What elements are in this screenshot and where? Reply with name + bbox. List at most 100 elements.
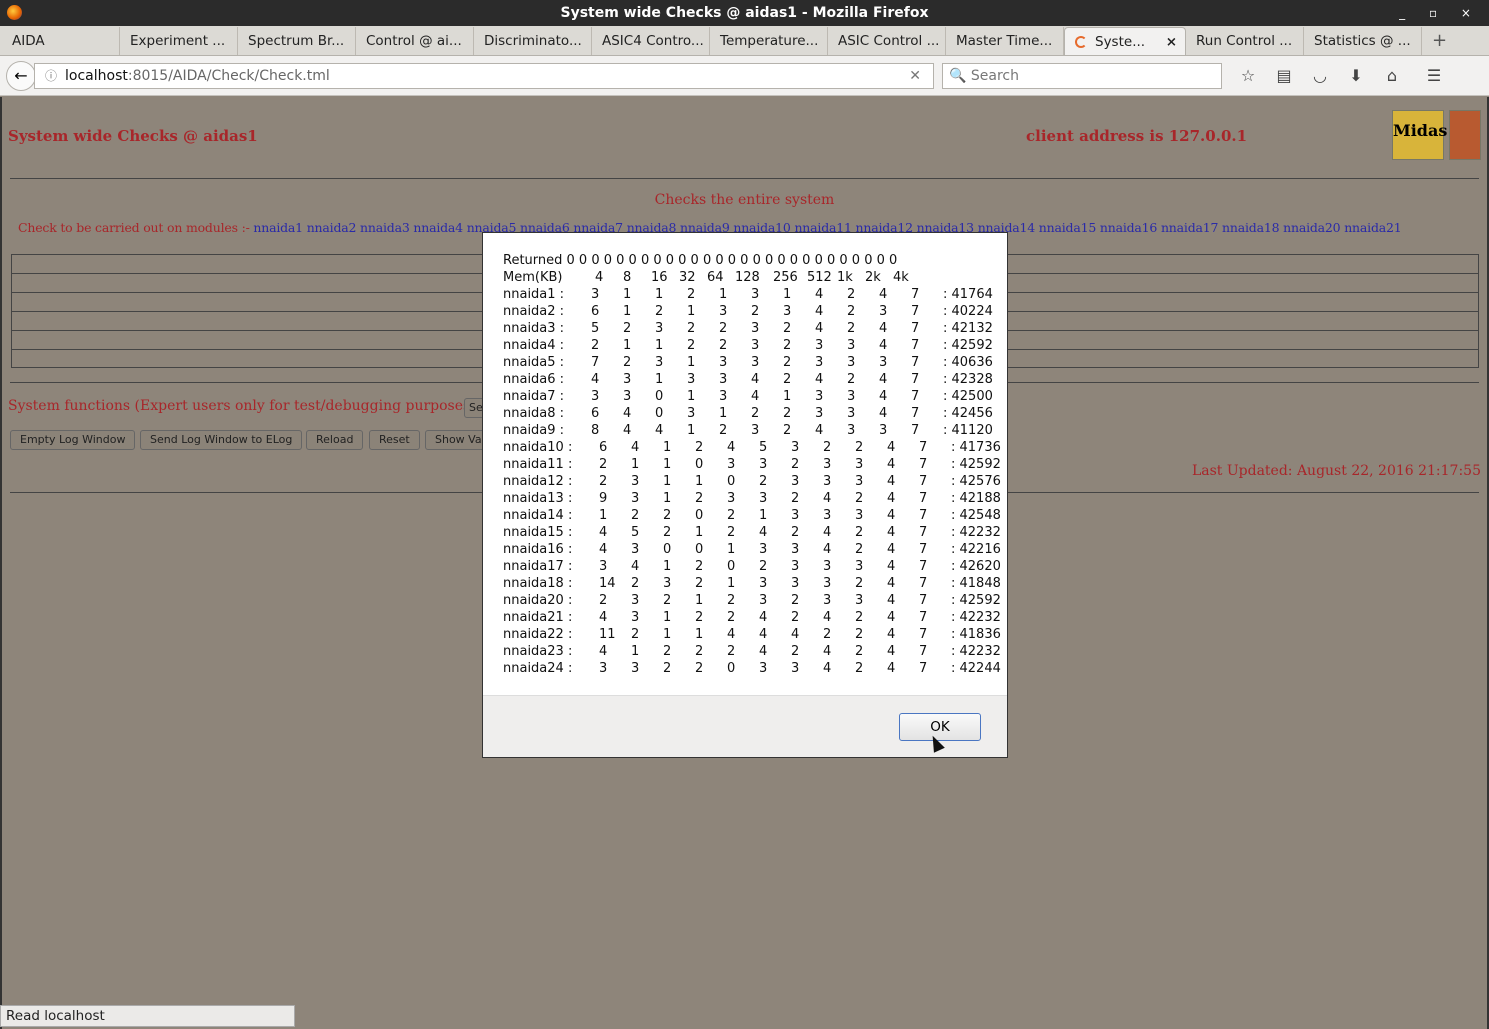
mem-count: 3 [791,508,800,523]
mem-count: 1 [655,372,664,387]
mem-count: 2 [855,440,864,455]
new-tab-button[interactable]: + [1422,27,1458,55]
mem-count: 2 [663,661,672,676]
mem-count: 4 [791,627,800,642]
mem-count: 4 [823,491,832,506]
module-name: nnaida10 : [503,440,573,455]
mem-count: 1 [695,474,704,489]
close-tab-icon[interactable]: × [1166,28,1177,55]
mem-count: 3 [631,593,640,608]
mem-count: 8 [591,423,600,438]
module-row: nnaida2 : 6 1 2 1 3 2 3 4 2 3 7: 40224 [503,303,1007,320]
tab-3[interactable]: Control @ ai... [356,27,474,55]
mem-count: 2 [719,321,728,336]
tab-10[interactable]: Run Control ... [1186,27,1304,55]
module-row: nnaida6 : 4 3 1 3 3 4 2 4 2 4 7: 42328 [503,371,1007,388]
mem-count: 1 [631,644,640,659]
download-icon[interactable]: ⬇ [1338,66,1374,85]
mem-count: 3 [823,474,832,489]
tab-0[interactable]: AIDA [2,27,120,55]
module-name: nnaida6 : [503,372,565,387]
mem-count: 2 [783,338,792,353]
mem-count: 7 [919,542,928,557]
pocket-icon[interactable]: ◡ [1302,66,1338,85]
reload-button[interactable]: Reload [306,430,364,450]
mem-count: 3 [855,474,864,489]
tab-label: Control @ ai... [366,33,462,49]
mem-count: 3 [879,423,888,438]
tab-9[interactable]: Syste... × [1064,27,1186,55]
mem-count: 4 [823,644,832,659]
send-log-to-elog-button[interactable]: Send Log Window to ELog [140,430,303,450]
mem-count: 3 [623,389,632,404]
mem-count: 4 [815,423,824,438]
empty-log-window-button[interactable]: Empty Log Window [10,430,136,450]
url-bar[interactable]: ⓘ localhost:8015/AIDA/Check/Check.tml ✕ [34,62,934,89]
mem-count: 3 [815,338,824,353]
reset-button[interactable]: Reset [369,430,420,450]
mem-count: 3 [631,491,640,506]
tab-label: Discriminato... [484,33,582,49]
mem-col: 16 [651,270,668,285]
tab-2[interactable]: Spectrum Br... [238,27,356,55]
module-total: : 42456 [943,406,993,421]
tab-8[interactable]: Master Time... [946,27,1064,55]
module-row: nnaida9 : 8 4 4 1 2 3 2 4 3 3 7: 41120 [503,422,1007,439]
module-total: : 41836 [951,627,1001,642]
tab-11[interactable]: Statistics @ ... [1304,27,1422,55]
tab-7[interactable]: ASIC Control ... [828,27,946,55]
back-button[interactable]: ← [6,60,36,91]
mem-count: 7 [911,355,920,370]
window-controls[interactable]: _ ▫ × [1399,0,1481,26]
module-total: : 42232 [951,644,1001,659]
mem-count: 5 [759,440,768,455]
mem-count: 3 [631,542,640,557]
tab-label: Spectrum Br... [248,33,345,49]
mem-count: 3 [759,491,768,506]
search-input[interactable]: 🔍 Search [942,62,1222,89]
mem-count: 1 [663,440,672,455]
tab-label: ASIC Control ... [838,33,940,49]
module-name: nnaida13 : [503,491,573,506]
tab-5[interactable]: ASIC4 Contro... [592,27,710,55]
menu-icon[interactable]: ☰ [1416,66,1452,85]
mem-count: 0 [655,406,664,421]
mem-count: 7 [919,627,928,642]
mem-col: 32 [679,270,696,285]
module-total: : 42576 [951,474,1001,489]
reading-list-icon[interactable]: ▤ [1266,66,1302,85]
tab-6[interactable]: Temperature... [710,27,828,55]
mem-count: 1 [695,525,704,540]
mem-count: 4 [887,474,896,489]
mem-count: 2 [623,321,632,336]
mem-count: 3 [815,406,824,421]
mem-count: 4 [759,525,768,540]
home-icon[interactable]: ⌂ [1374,66,1410,85]
last-updated: Last Updated: August 22, 2016 21:17:55 [1191,463,1481,479]
clear-url-icon[interactable]: ✕ [909,68,921,84]
mem-count: 4 [887,661,896,676]
module-total: : 40224 [943,304,993,319]
mem-count: 2 [695,491,704,506]
mem-col: 8 [623,270,632,285]
tab-1[interactable]: Experiment ... [120,27,238,55]
mem-count: 4 [887,491,896,506]
mem-count: 2 [663,593,672,608]
dialog-footer: OK [483,695,1007,757]
mem-count: 3 [655,355,664,370]
module-total: : 42244 [951,661,1001,676]
module-row: nnaida20 : 2 3 2 1 2 3 2 3 3 4 7: 42592 [503,592,1007,609]
mem-col: 4 [595,270,604,285]
mem-count: 2 [687,287,696,302]
mem-count: 5 [591,321,600,336]
module-total: : 42620 [951,559,1001,574]
mem-count: 3 [719,389,728,404]
bookmark-star-icon[interactable]: ☆ [1230,66,1266,85]
module-total: : 41736 [951,440,1001,455]
mem-count: 2 [751,406,760,421]
info-icon[interactable]: ⓘ [45,67,57,84]
mem-count: 3 [623,372,632,387]
mem-count: 4 [631,559,640,574]
tab-4[interactable]: Discriminato... [474,27,592,55]
mem-count: 7 [919,644,928,659]
